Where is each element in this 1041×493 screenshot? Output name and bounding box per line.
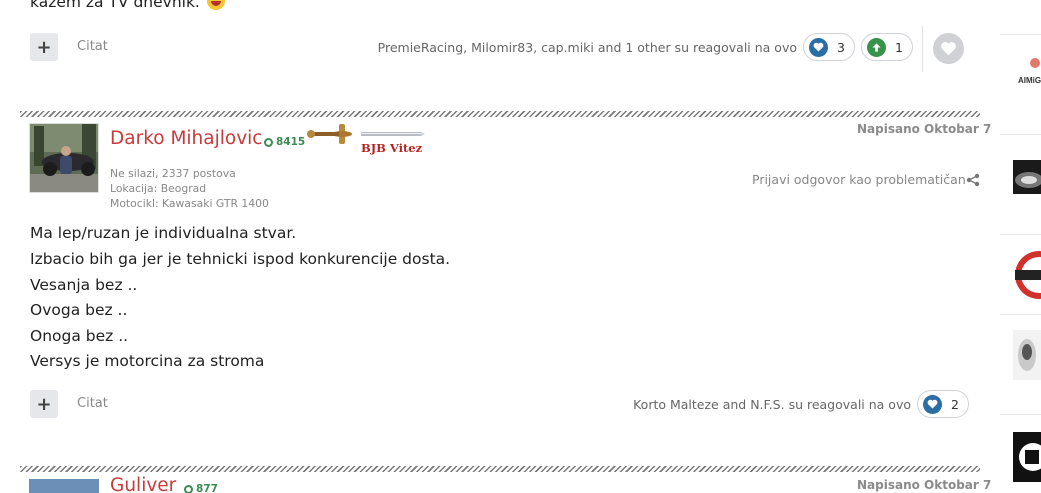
quote-button[interactable]: Citat — [77, 39, 108, 54]
reaction-separator — [922, 26, 923, 72]
author-motorcycle: Motocikl: Kawasaki GTR 1400 — [110, 197, 269, 210]
reaction-count: 1 — [895, 39, 903, 55]
author-avatar[interactable] — [29, 479, 99, 493]
heart-icon — [923, 394, 942, 414]
sidebar-separator — [1000, 414, 1041, 415]
thumb-image — [1015, 172, 1041, 188]
reputation-plus-icon — [264, 137, 273, 147]
reaction-count: 2 — [951, 396, 959, 412]
sidebar-thumb[interactable] — [1013, 250, 1041, 300]
previous-post-text: kažem za TV dnevnik. — [30, 0, 200, 11]
svg-text:AIMiG: AIMiG — [1018, 76, 1041, 85]
reputation-count: 8415 — [276, 136, 306, 148]
laughing-emoji-icon — [206, 0, 225, 10]
thumb-image — [1013, 330, 1041, 380]
sidebar-thumb[interactable] — [1013, 160, 1041, 194]
heart-icon — [809, 37, 828, 57]
reaction-heart-pill[interactable]: 3 — [803, 33, 855, 61]
sidebar-separator — [1000, 234, 1041, 235]
post-body-line: Ma lep/ruzan je individualna stvar. — [30, 224, 297, 242]
post-body-line: Ovoga bez .. — [30, 301, 128, 319]
author-avatar[interactable] — [29, 123, 99, 193]
sidebar-separator — [1000, 314, 1041, 315]
author-location: Lokacija: Beograd — [110, 182, 207, 195]
reactions-summary[interactable]: Korto Malteze and N.F.S. su reagovali na… — [633, 397, 911, 412]
sidebar-thumb[interactable] — [1013, 330, 1041, 380]
previous-post-last-line: kažem za TV dnevnik. — [30, 0, 225, 11]
reputation-count: 877 — [196, 483, 218, 493]
reaction-upvote-pill[interactable]: 1 — [861, 33, 913, 61]
post-date[interactable]: Napisano Oktobar 7 — [857, 122, 991, 136]
post-body-line: Onoga bez .. — [30, 327, 129, 345]
post-body-line: Versys je motorcina za stroma — [30, 352, 265, 370]
sidebar-ad-thumb[interactable]: AIMiG — [1013, 55, 1041, 95]
reputation-badge[interactable]: 8415 — [264, 136, 305, 148]
share-icon[interactable] — [966, 173, 980, 187]
post-body-line: Vesanja bez .. — [30, 276, 138, 294]
post-divider — [20, 466, 980, 472]
post-author-name[interactable]: Darko Mihajlovic — [110, 128, 262, 149]
sidebar-thumb[interactable] — [1013, 432, 1041, 482]
rank-badge-label: BJB Vitez — [361, 141, 423, 155]
reaction-count: 3 — [837, 39, 845, 55]
reputation-badge[interactable]: 877 — [184, 483, 218, 493]
post-date[interactable]: Napisano Oktobar 7 — [857, 478, 991, 492]
sidebar-separator — [1000, 34, 1041, 35]
sidebar-separator — [1000, 134, 1041, 135]
aimig-logo: AIMiG — [1018, 58, 1041, 85]
thumb-image — [1019, 443, 1041, 471]
multiquote-button[interactable]: + — [30, 390, 58, 418]
post-author-name[interactable]: Guliver — [110, 475, 176, 493]
upvote-icon — [867, 37, 886, 57]
quote-button[interactable]: Citat — [77, 396, 108, 411]
post-divider — [20, 111, 980, 117]
avatar-photo — [30, 124, 98, 192]
thumb-image — [1015, 251, 1041, 299]
reputation-plus-icon — [184, 484, 193, 493]
multiquote-button[interactable]: + — [30, 33, 58, 61]
author-post-count: Ne silazi, 2337 postova — [110, 167, 236, 180]
react-button[interactable] — [933, 33, 964, 64]
report-post-link[interactable]: Prijavi odgovor kao problematičan — [752, 172, 966, 187]
reaction-heart-pill[interactable]: 2 — [917, 390, 969, 418]
reactions-summary[interactable]: PremieRacing, Milomir83, cap.miki and 1 … — [378, 40, 797, 55]
heart-outline-icon — [941, 42, 956, 56]
post-body-line: Izbacio bih ga jer je tehnicki ispod kon… — [30, 250, 451, 268]
